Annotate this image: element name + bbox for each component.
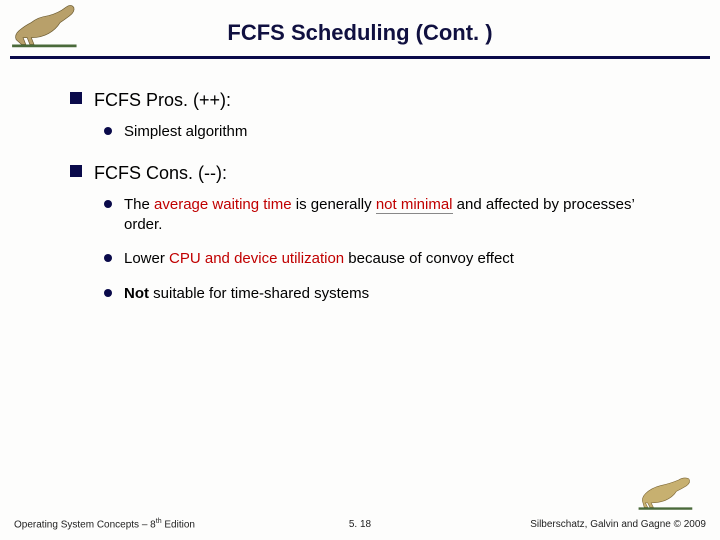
text: suitable for time-shared systems (149, 285, 369, 302)
slide-title: FCFS Scheduling (Cont. ) (0, 0, 720, 46)
footer-page-number: 5. 18 (349, 519, 371, 530)
accent-text: CPU and device utilization (169, 250, 344, 267)
cons-item-1: The average waiting time is generally no… (104, 195, 672, 236)
dinosaur-standing-icon (636, 472, 696, 512)
title-rule (10, 56, 710, 59)
slide-footer: Operating System Concepts – 8th Edition … (0, 472, 720, 532)
footer-left: Operating System Concepts – 8th Edition (14, 518, 195, 530)
pros-sublist: Simplest algorithm (104, 122, 672, 142)
text: The (124, 196, 154, 213)
slide: FCFS Scheduling (Cont. ) FCFS Pros. (++)… (0, 0, 720, 540)
slide-header: FCFS Scheduling (Cont. ) (0, 0, 720, 60)
dinosaur-running-icon (10, 2, 80, 50)
pros-item-1: Simplest algorithm (104, 122, 672, 142)
accent-text: average waiting time (154, 196, 292, 213)
text: Edition (162, 519, 195, 530)
bullet-cons: FCFS Cons. (--): (70, 161, 672, 185)
text: because of convoy effect (344, 250, 514, 267)
bold-text: Not (124, 285, 149, 302)
cons-item-2: Lower CPU and device utilization because… (104, 249, 672, 269)
cons-sublist: The average waiting time is generally no… (104, 195, 672, 304)
text: Lower (124, 250, 169, 267)
footer-copyright: Silberschatz, Galvin and Gagne © 2009 (530, 519, 706, 530)
slide-body: FCFS Pros. (++): Simplest algorithm FCFS… (0, 60, 720, 304)
underlined-text: not minimal (376, 196, 453, 214)
cons-item-3: Not suitable for time-shared systems (104, 284, 672, 304)
text: is generally (292, 196, 376, 213)
text: Operating System Concepts – 8 (14, 519, 156, 530)
bullet-pros: FCFS Pros. (++): (70, 88, 672, 112)
